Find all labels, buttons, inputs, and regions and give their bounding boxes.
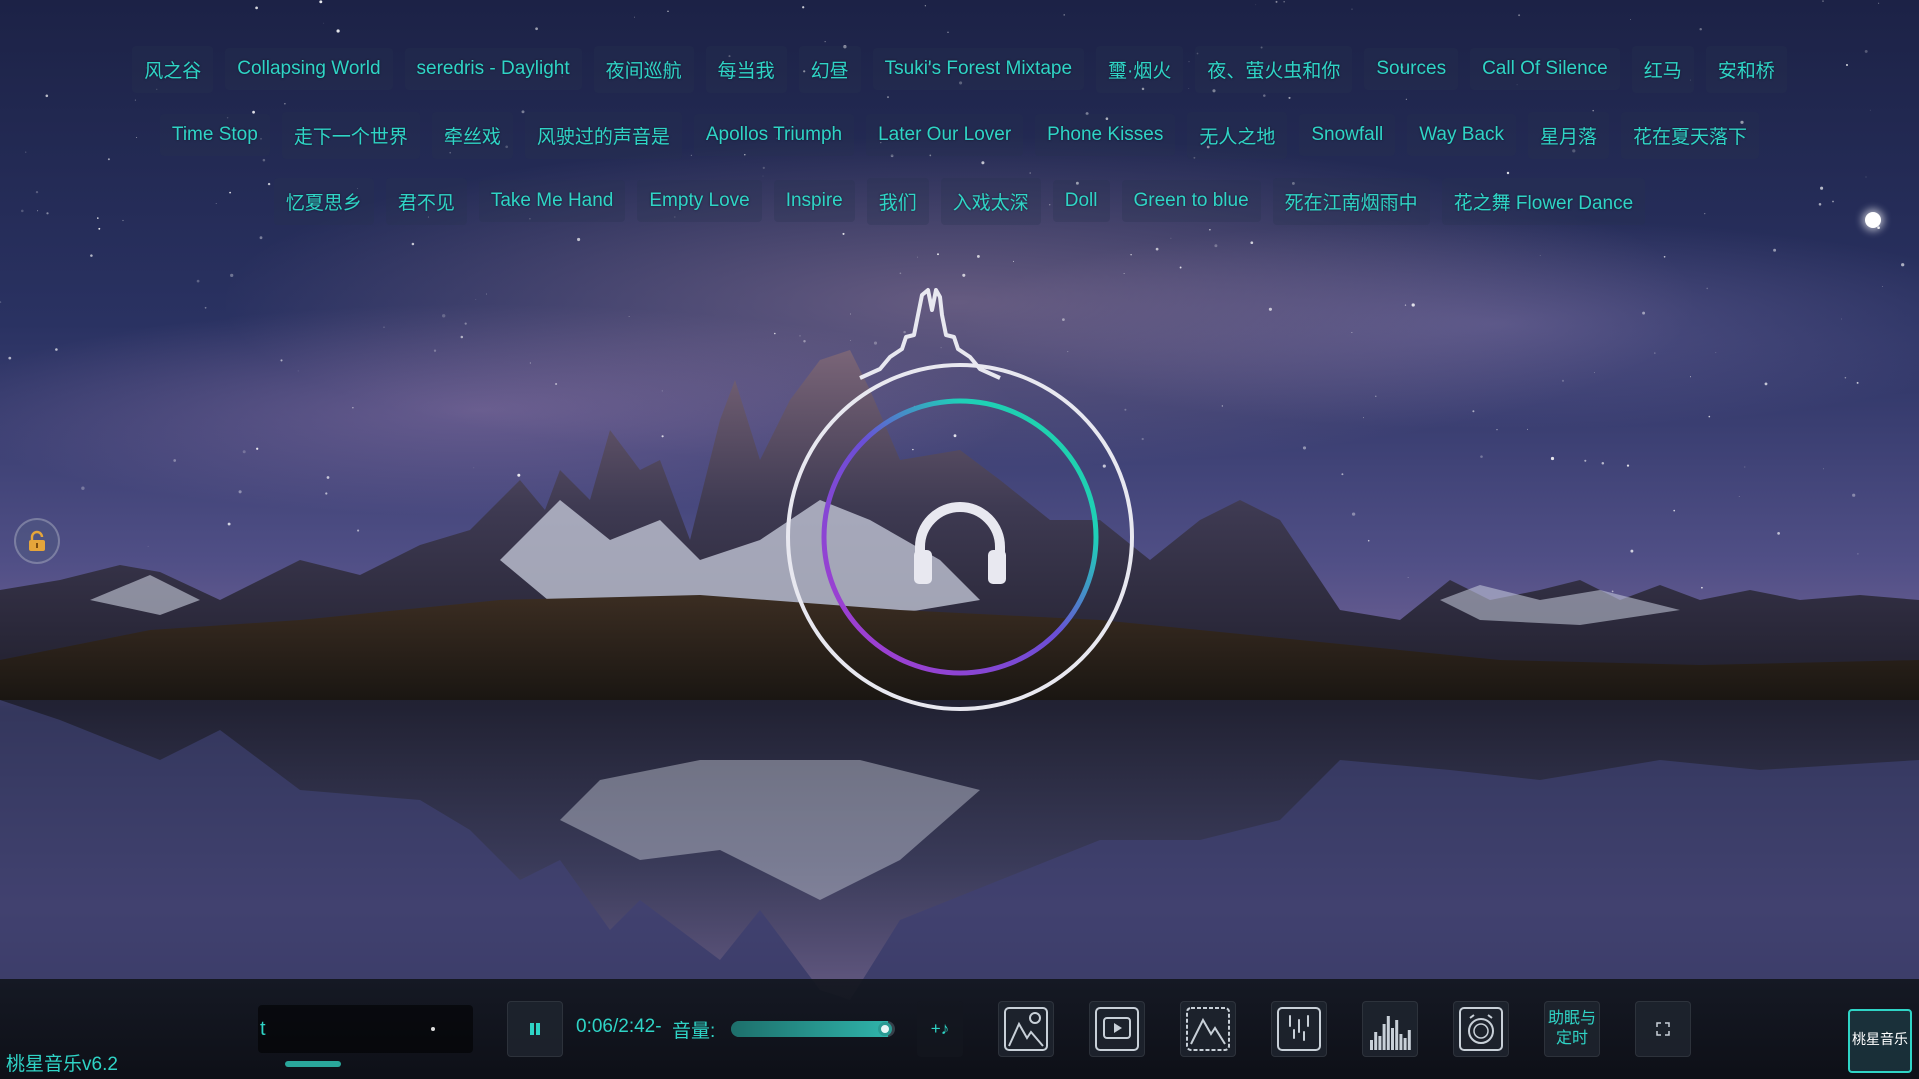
spectrum-visualizer-button[interactable]	[1362, 1001, 1418, 1057]
spectrum-bar	[1374, 1032, 1378, 1050]
song-tag[interactable]: 我们	[866, 177, 929, 225]
song-tag[interactable]: 走下一个世界	[281, 111, 420, 159]
spectrum-bar	[1378, 1036, 1382, 1050]
song-tag[interactable]: Apollos Triumph	[693, 114, 855, 156]
volume-label: 音量:	[672, 1021, 716, 1042]
spectrum-bar	[1382, 1024, 1386, 1050]
lyric-indicator	[431, 1027, 435, 1031]
alarm-clock-icon	[1459, 1007, 1503, 1051]
song-tag[interactable]: Take Me Hand	[478, 180, 626, 222]
play-pause-button[interactable]	[507, 1001, 563, 1057]
spectrum-bar	[1386, 1016, 1390, 1050]
song-tag[interactable]: 夜间巡航	[593, 45, 694, 93]
landscape-mode-button[interactable]	[998, 1001, 1054, 1057]
add-song-label: +♪	[930, 1019, 950, 1038]
tag-row: Time Stop 走下一个世界 牵丝戏 风驶过的声音是 Apollos Triumph…	[0, 102, 1919, 168]
volume-fill	[731, 1021, 889, 1037]
unlock-icon	[29, 530, 45, 551]
song-tag[interactable]: Sources	[1364, 48, 1459, 90]
song-tag[interactable]: 无人之地	[1187, 111, 1288, 159]
song-tag[interactable]: 红马	[1631, 45, 1694, 93]
sleep-timer-button[interactable]: 助眠与 定时	[1544, 1001, 1600, 1057]
song-tag[interactable]: Inspire	[773, 180, 855, 222]
spectrum-bar	[1399, 1034, 1403, 1050]
song-tag[interactable]: 幻昼	[798, 45, 861, 93]
pause-icon	[530, 1023, 540, 1035]
time-display: 0:06/2:42-	[576, 1016, 662, 1037]
song-tag[interactable]: Way Back	[1407, 114, 1517, 156]
song-tag[interactable]: 忆夏思乡	[273, 177, 374, 225]
spectrum-bar	[1391, 1028, 1394, 1050]
app-logo[interactable]: 桃星音乐	[1848, 1009, 1912, 1073]
unlock-button[interactable]	[14, 518, 60, 564]
lyric-text: t	[260, 1018, 266, 1040]
song-tag[interactable]: Time Stop	[159, 114, 270, 156]
image-background-button[interactable]	[1180, 1001, 1236, 1057]
lyric-display: t	[258, 1005, 473, 1053]
song-tag[interactable]: 星月落	[1528, 111, 1610, 159]
song-tag[interactable]: 花在夏天落下	[1621, 111, 1760, 159]
rain-effect-button[interactable]	[1271, 1001, 1327, 1057]
song-tag[interactable]: 死在江南烟雨中	[1272, 177, 1430, 225]
progress-ring	[821, 398, 1099, 676]
app-logo-text: 桃星音乐	[1852, 1031, 1908, 1047]
song-tag[interactable]: Phone Kisses	[1035, 114, 1176, 156]
song-tag[interactable]: 璽·烟火	[1096, 45, 1184, 93]
sleep-timer-label-1: 助眠与	[1547, 1010, 1596, 1027]
song-tag[interactable]: 花之舞 Flower Dance	[1441, 177, 1646, 225]
tag-row: 风之谷 Collapsing World seredris - Daylight 夜间…	[0, 36, 1919, 102]
video-frame-icon	[1095, 1007, 1139, 1051]
song-tag-cloud: 风之谷 Collapsing World seredris - Daylight 夜间…	[0, 36, 1919, 234]
song-tag[interactable]: 每当我	[705, 45, 787, 93]
mini-progress-bar	[285, 1061, 341, 1067]
song-tag[interactable]: Snowfall	[1299, 114, 1396, 156]
song-tag[interactable]: Collapsing World	[225, 48, 393, 90]
song-tag[interactable]: Doll	[1052, 180, 1110, 222]
volume-slider[interactable]	[731, 1021, 895, 1037]
spectrum-bar	[1403, 1038, 1407, 1050]
add-song-button[interactable]: +♪	[917, 1001, 963, 1057]
song-tag[interactable]: 安和桥	[1705, 45, 1787, 93]
song-tag[interactable]: Call Of Silence	[1470, 48, 1620, 90]
outer-ring	[786, 363, 1134, 711]
spectrum-bar	[1370, 1040, 1373, 1050]
alarm-button[interactable]	[1453, 1001, 1509, 1057]
song-tag[interactable]: 风之谷	[132, 45, 214, 93]
landscape-pin-icon	[1004, 1007, 1048, 1051]
video-background-button[interactable]	[1089, 1001, 1145, 1057]
spectrum-bar	[1407, 1030, 1411, 1050]
song-tag[interactable]: 夜、萤火虫和你	[1195, 45, 1353, 93]
center-player-badge[interactable]	[780, 285, 1140, 725]
song-tag[interactable]: Tsuki's Forest Mixtape	[872, 48, 1085, 90]
sleep-timer-label-2: 定时	[1555, 1030, 1588, 1047]
song-tag[interactable]: Later Our Lover	[866, 114, 1024, 156]
spectrum-icon	[1370, 1016, 1411, 1050]
version-label: 桃星音乐v6.2	[6, 1054, 118, 1075]
tag-row: 忆夏思乡 君不见 Take Me Hand Empty Love Inspire 我们 入戏…	[0, 168, 1919, 234]
rain-drops-icon	[1277, 1007, 1321, 1051]
fullscreen-button[interactable]	[1635, 1001, 1691, 1057]
fullscreen-icon	[1656, 1022, 1670, 1036]
song-tag[interactable]: seredris - Daylight	[404, 48, 582, 90]
song-tag[interactable]: 风驶过的声音是	[524, 111, 682, 159]
song-tag[interactable]: Green to blue	[1121, 180, 1261, 222]
song-tag[interactable]: 君不见	[385, 177, 467, 225]
spectrum-bar	[1395, 1020, 1399, 1050]
song-tag[interactable]: Empty Love	[637, 180, 762, 222]
song-tag[interactable]: 牵丝戏	[431, 111, 513, 159]
song-tag[interactable]: 入戏太深	[940, 177, 1041, 225]
image-frame-icon	[1186, 1007, 1230, 1051]
